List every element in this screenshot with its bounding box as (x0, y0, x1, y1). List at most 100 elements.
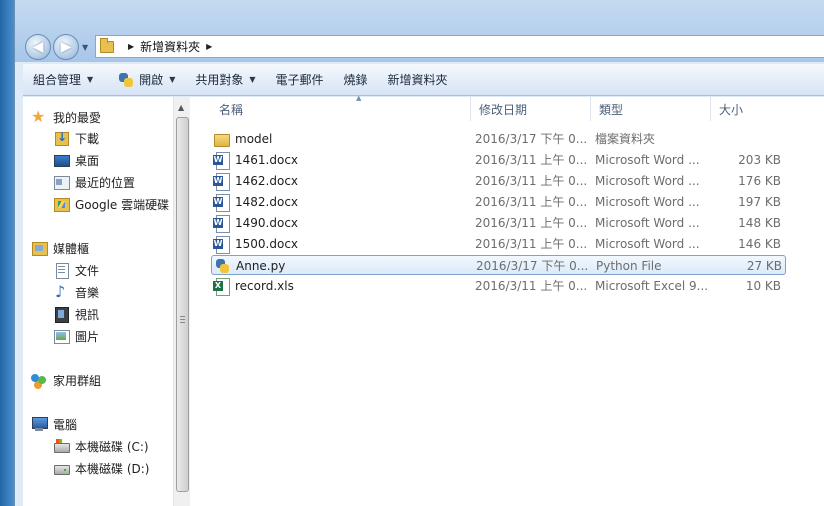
sidebar-libraries[interactable]: 媒體櫃 (31, 238, 171, 258)
new-folder-button[interactable]: 新增資料夾 (378, 64, 458, 95)
sidebar-item-recent-places[interactable]: 最近的位置 (53, 172, 171, 192)
email-label: 電子郵件 (275, 73, 324, 87)
sidebar-item-pictures[interactable]: 圖片 (53, 326, 171, 346)
download-icon (53, 130, 69, 146)
sidebar-item-google-drive[interactable]: Google 雲端硬碟 (53, 194, 171, 214)
column-header-date[interactable]: 修改日期 (471, 97, 591, 121)
file-row-1500[interactable]: 1500.docx 2016/3/11 上午 0... Microsoft Wo… (211, 234, 786, 254)
file-size: 10 KB (745, 279, 781, 293)
burn-button[interactable]: 燒錄 (334, 64, 378, 95)
documents-icon (53, 262, 69, 279)
sidebar-item-drive-d[interactable]: 本機磁碟 (D:) (53, 458, 171, 478)
file-date: 2016/3/17 下午 0... (475, 132, 587, 146)
sort-ascending-icon: ▲ (356, 94, 362, 102)
chevron-down-icon: ▼ (87, 75, 94, 84)
file-type: 檔案資料夾 (595, 132, 656, 146)
file-row-1461[interactable]: 1461.docx 2016/3/11 上午 0... Microsoft Wo… (211, 150, 786, 170)
open-button[interactable]: 開啟 ▼ (109, 64, 185, 95)
sidebar-favorites[interactable]: 我的最愛 (31, 107, 171, 127)
sidebar-item-drive-c[interactable]: 本機磁碟 (C:) (53, 436, 171, 456)
sidebar-computer[interactable]: 電腦 (31, 414, 171, 434)
drive-c-icon (53, 438, 70, 454)
column-header-label: 大小 (719, 102, 744, 117)
computer-icon (31, 416, 48, 432)
recent-pages-dropdown[interactable]: ▼ (82, 43, 92, 53)
sidebar-libraries-label: 媒體櫃 (53, 241, 90, 256)
file-name: 1482.docx (235, 195, 299, 209)
forward-button[interactable]: ▶ (53, 34, 79, 60)
chevron-down-icon: ▼ (249, 75, 256, 84)
email-button[interactable]: 電子郵件 (266, 64, 334, 95)
burn-label: 燒錄 (343, 73, 368, 87)
forward-arrow-icon: ▶ (60, 39, 72, 55)
python-icon (214, 258, 230, 274)
scroll-up-arrow-icon[interactable]: ▲ (178, 103, 184, 112)
breadcrumb-current-folder[interactable]: 新增資料夾 (140, 38, 200, 55)
sidebar-item-documents[interactable]: 文件 (53, 260, 171, 280)
column-header-type[interactable]: 類型 (591, 97, 711, 121)
sidebar-item-label: 圖片 (75, 329, 100, 344)
word-icon (213, 236, 230, 254)
sidebar-homegroup[interactable]: 家用群組 (31, 370, 171, 390)
breadcrumb-chevron-icon[interactable]: ▶ (206, 42, 212, 51)
sidebar-item-videos[interactable]: 視訊 (53, 304, 171, 324)
organize-label: 組合管理 (33, 73, 82, 87)
sidebar-item-label: 視訊 (75, 307, 100, 322)
column-header-size[interactable]: 大小 (711, 97, 791, 121)
file-date: 2016/3/11 上午 0... (475, 279, 587, 293)
sidebar-item-music[interactable]: 音樂 (53, 282, 171, 302)
sidebar-item-downloads[interactable]: 下載 (53, 128, 171, 148)
sidebar-item-label: 桌面 (75, 153, 100, 168)
word-icon (213, 173, 230, 191)
file-row-record-xls[interactable]: record.xls 2016/3/11 上午 0... Microsoft E… (211, 276, 786, 296)
file-size: 203 KB (738, 153, 781, 167)
column-header-name[interactable]: 名稱 ▲ (211, 94, 471, 121)
content-area: 我的最愛 下載 桌面 最近的位置 Google 雲端硬碟 媒體櫃 (23, 94, 824, 506)
file-type: Python File (596, 259, 662, 273)
file-name: 1490.docx (235, 216, 299, 230)
sidebar-item-label: 文件 (75, 263, 100, 278)
file-size: 176 KB (738, 174, 781, 188)
word-icon (213, 152, 230, 170)
file-row-1462[interactable]: 1462.docx 2016/3/11 上午 0... Microsoft Wo… (211, 171, 786, 191)
sidebar-item-label: 下載 (75, 131, 100, 146)
file-list-pane: 名稱 ▲ 修改日期 類型 大小 model 2016/3/17 下午 0... … (191, 94, 824, 506)
sidebar-item-label: 音樂 (75, 285, 100, 300)
organize-button[interactable]: 組合管理 ▼ (23, 64, 103, 95)
navigation-pane-scrollbar[interactable]: ▲ (173, 97, 190, 506)
libraries-icon (31, 240, 48, 256)
address-bar[interactable]: ▶ 新增資料夾 ▶ (95, 35, 824, 58)
file-size (709, 129, 781, 149)
file-row-model[interactable]: model 2016/3/17 下午 0... 檔案資料夾 (211, 129, 786, 149)
sidebar-item-label: 最近的位置 (75, 175, 136, 190)
breadcrumb-separator-icon[interactable]: ▶ (128, 42, 134, 51)
file-date: 2016/3/11 上午 0... (475, 195, 587, 209)
scrollbar-thumb[interactable] (176, 117, 189, 492)
file-type: Microsoft Word ... (595, 237, 700, 251)
file-name: model (235, 132, 273, 146)
column-header-label: 類型 (599, 102, 624, 117)
command-bar: 組合管理 ▼ 開啟 ▼ 共用對象 ▼ 電子郵件 燒錄 新增資料夾 (23, 64, 824, 96)
file-name: 1500.docx (235, 237, 299, 251)
column-header-label: 名稱 (219, 102, 244, 117)
word-icon (213, 194, 230, 212)
share-with-button[interactable]: 共用對象 ▼ (185, 64, 265, 95)
file-row-1482[interactable]: 1482.docx 2016/3/11 上午 0... Microsoft Wo… (211, 192, 786, 212)
explorer-window: ◀ ▶ ▼ ▶ 新增資料夾 ▶ 組合管理 ▼ 開啟 ▼ 共用對象 ▼ 電子郵件 … (14, 0, 824, 506)
music-icon (53, 282, 69, 301)
desktop-icon (53, 152, 70, 168)
file-date: 2016/3/11 上午 0... (475, 174, 587, 188)
python-icon (119, 72, 134, 87)
file-type: Microsoft Excel 9... (595, 279, 707, 293)
file-type: Microsoft Word ... (595, 195, 700, 209)
open-label: 開啟 (139, 73, 164, 87)
file-row-1490[interactable]: 1490.docx 2016/3/11 上午 0... Microsoft Wo… (211, 213, 786, 233)
sidebar-favorites-label: 我的最愛 (53, 110, 102, 125)
drive-d-icon (53, 460, 70, 476)
scrollbar-grip-icon (180, 316, 185, 323)
file-row-anne-py[interactable]: Anne.py 2016/3/17 下午 0... Python File 27… (211, 255, 786, 275)
file-name: 1461.docx (235, 153, 299, 167)
file-name: 1462.docx (235, 174, 299, 188)
back-button[interactable]: ◀ (25, 34, 51, 60)
sidebar-item-desktop[interactable]: 桌面 (53, 150, 171, 170)
